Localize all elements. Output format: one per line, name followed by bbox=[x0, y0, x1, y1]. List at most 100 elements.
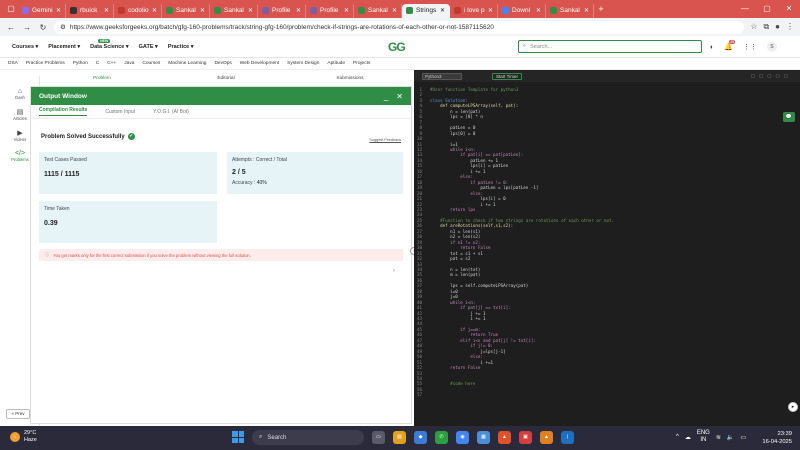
tab-close-icon[interactable]: ✕ bbox=[104, 7, 109, 14]
subnav-item[interactable]: Java bbox=[124, 61, 134, 66]
browser-tab[interactable]: Sankal ✕ bbox=[162, 3, 210, 18]
subnav-item[interactable]: Web Development bbox=[240, 61, 279, 66]
browser-tab[interactable]: Profile ✕ bbox=[306, 3, 354, 18]
language-indicator[interactable]: ENG IN bbox=[697, 430, 710, 444]
start-timer-button[interactable]: Start Timer bbox=[492, 72, 523, 80]
browser-tab[interactable]: Profile ✕ bbox=[258, 3, 306, 18]
browser-tab[interactable]: rbuick ✕ bbox=[66, 3, 114, 18]
browser-tab[interactable]: Sankal ✕ bbox=[546, 3, 594, 18]
url-field[interactable]: ⚙ https://www.geeksforgeeks.org/batch/gf… bbox=[54, 20, 745, 34]
minimize-output-icon[interactable]: _ bbox=[384, 92, 388, 101]
tab-yogi-bot[interactable]: Y.O.G.I. (AI Bot) bbox=[153, 109, 189, 115]
tab-menu-icon[interactable]: ▢ bbox=[4, 3, 18, 15]
volume-icon[interactable]: 🔈 bbox=[727, 434, 734, 441]
language-select[interactable]: Python3 bbox=[422, 72, 462, 80]
tab-submissions[interactable]: Submissions bbox=[288, 74, 412, 84]
subnav-item[interactable]: Python bbox=[73, 61, 88, 66]
browser-tab[interactable]: Gemini ✕ bbox=[18, 3, 66, 18]
browser-tab[interactable]: Downl ✕ bbox=[498, 3, 546, 18]
tab-close-icon[interactable]: ✕ bbox=[248, 7, 253, 14]
minimize-icon[interactable]: — bbox=[734, 0, 756, 18]
suggest-feedback-link[interactable]: Suggest Feedback bbox=[369, 138, 401, 142]
subnav-item[interactable]: System Design bbox=[287, 61, 319, 66]
apps-grid-icon[interactable]: ⋮⋮ bbox=[743, 43, 757, 51]
menu-gate[interactable]: GATE ▾ bbox=[139, 44, 158, 50]
subnav-item[interactable]: C bbox=[96, 61, 99, 66]
windows-start-icon[interactable] bbox=[232, 431, 244, 443]
tab-close-icon[interactable]: ✕ bbox=[440, 7, 445, 14]
extensions-icon[interactable]: ⧉ bbox=[763, 22, 769, 32]
code-editor[interactable]: Python3 Start Timer ▢▢▢▢▢ 1 #User functio… bbox=[414, 70, 800, 426]
tab-close-icon[interactable]: ✕ bbox=[152, 7, 157, 14]
tray-chevron-icon[interactable]: ^ bbox=[676, 434, 679, 440]
editor-action-icons[interactable]: ▢▢▢▢▢ bbox=[751, 73, 792, 79]
browser-tab[interactable]: Sankal ✕ bbox=[354, 3, 402, 18]
vlc-icon[interactable]: ▲ bbox=[540, 431, 553, 444]
back-icon[interactable]: ← bbox=[6, 23, 16, 32]
subnav-item[interactable]: Courses bbox=[142, 61, 160, 66]
tab-problem[interactable]: Problem bbox=[40, 74, 164, 84]
subnav-item[interactable]: DSA bbox=[8, 61, 18, 66]
theme-toggle-icon[interactable]: ◐ bbox=[710, 44, 714, 51]
tab-close-icon[interactable]: ✕ bbox=[536, 7, 541, 14]
clock[interactable]: 23:39 16-04-2025 bbox=[762, 430, 792, 446]
chrome-icon[interactable]: ◉ bbox=[456, 431, 469, 444]
tab-close-icon[interactable]: ✕ bbox=[344, 7, 349, 14]
subnav-item[interactable]: Aptitude bbox=[327, 61, 345, 66]
subnav-item[interactable]: Projects bbox=[353, 61, 370, 66]
whatsapp-icon[interactable]: ✆ bbox=[435, 431, 448, 444]
battery-icon[interactable]: ▭ bbox=[740, 434, 746, 441]
code-lines[interactable]: 1 #User function Template for python3 2 3 cl… bbox=[414, 82, 800, 398]
task-view-icon[interactable]: ▭ bbox=[372, 431, 385, 444]
chat-side-button[interactable]: 💬 bbox=[783, 112, 795, 122]
help-side-button[interactable]: ▸ bbox=[788, 402, 798, 412]
site-search-input[interactable]: ⌕ Search... bbox=[518, 40, 702, 53]
file-explorer-icon[interactable]: ▤ bbox=[393, 431, 406, 444]
subnav-item[interactable]: C++ bbox=[107, 61, 116, 66]
tab-custom-input[interactable]: Custom Input bbox=[105, 109, 135, 115]
bookmark-star-icon[interactable]: ☆ bbox=[750, 22, 757, 32]
subnav-item[interactable]: DevOps bbox=[214, 61, 231, 66]
browser-menu-icon[interactable]: ⋮ bbox=[786, 22, 794, 32]
reload-icon[interactable]: ↻ bbox=[38, 23, 48, 32]
tab-close-icon[interactable]: ✕ bbox=[56, 7, 61, 14]
tab-editorial[interactable]: Editorial bbox=[164, 74, 288, 84]
browser-tab[interactable]: codolio ✕ bbox=[114, 3, 162, 18]
user-avatar[interactable]: S bbox=[766, 42, 777, 52]
chevron-right-icon[interactable]: › bbox=[393, 268, 395, 274]
gfg-logo[interactable]: GG bbox=[388, 40, 406, 54]
menu-data-science[interactable]: Data Science ▾ bbox=[90, 38, 129, 50]
taskbar-search[interactable]: ⌕ Search bbox=[252, 430, 364, 445]
tab-close-icon[interactable]: ✕ bbox=[584, 7, 589, 14]
onedrive-icon[interactable]: ☁ bbox=[685, 434, 691, 441]
vscode-icon[interactable]: ⟩ bbox=[561, 431, 574, 444]
close-output-icon[interactable]: ✕ bbox=[396, 92, 403, 101]
tab-close-icon[interactable]: ✕ bbox=[488, 7, 493, 14]
menu-courses[interactable]: Courses ▾ bbox=[12, 44, 38, 50]
photos-icon[interactable]: ▦ bbox=[477, 431, 490, 444]
weather-widget[interactable]: 1 29°C Haze bbox=[10, 430, 37, 444]
notification-bell-icon[interactable]: 🔔 45 bbox=[724, 40, 736, 51]
close-window-icon[interactable]: ✕ bbox=[778, 0, 800, 18]
code-line[interactable]: 57 bbox=[414, 392, 800, 397]
browser-tab[interactable]: Sankal ✕ bbox=[210, 3, 258, 18]
tab-compilation-results[interactable]: Compilation Results bbox=[39, 107, 88, 116]
prev-button[interactable]: « Prev bbox=[6, 409, 30, 419]
site-info-icon[interactable]: ⚙ bbox=[60, 23, 66, 31]
forward-icon[interactable]: → bbox=[22, 23, 32, 32]
profile-icon[interactable]: ● bbox=[775, 22, 780, 32]
new-tab-button[interactable]: + bbox=[594, 4, 608, 14]
subnav-item[interactable]: Practice Problems bbox=[26, 61, 65, 66]
tab-close-icon[interactable]: ✕ bbox=[296, 7, 301, 14]
menu-practice[interactable]: Practice ▾ bbox=[168, 44, 194, 50]
browser-tab[interactable]: Strings ✕ bbox=[402, 3, 450, 18]
brave-icon[interactable]: ▲ bbox=[498, 431, 511, 444]
app-icon[interactable]: ▣ bbox=[519, 431, 532, 444]
copilot-icon[interactable]: ◆ bbox=[414, 431, 427, 444]
subnav-item[interactable]: Machine Learning bbox=[168, 61, 206, 66]
wifi-icon[interactable]: ≋ bbox=[716, 434, 721, 441]
tab-close-icon[interactable]: ✕ bbox=[200, 7, 205, 14]
browser-tab[interactable]: i love p ✕ bbox=[450, 3, 498, 18]
tab-close-icon[interactable]: ✕ bbox=[392, 7, 397, 14]
maximize-icon[interactable]: ▢ bbox=[756, 0, 778, 18]
